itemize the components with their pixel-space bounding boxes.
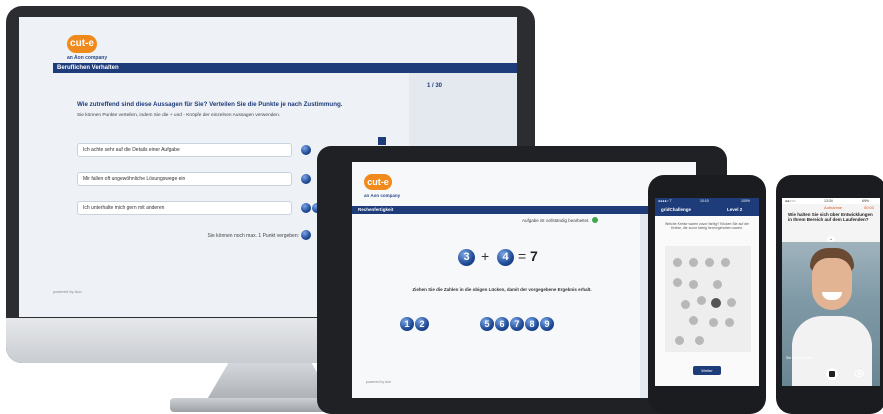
tablet-screen: cut-e an Aon company Rechenfertigkeit Au…: [352, 162, 696, 398]
grid-circle[interactable]: [689, 258, 698, 267]
grid-circle[interactable]: [675, 336, 684, 345]
grid-circle[interactable]: [681, 300, 690, 309]
stop-button[interactable]: [826, 368, 838, 380]
number-tile[interactable]: 2: [415, 317, 429, 331]
points-button[interactable]: [301, 174, 311, 184]
grid-board: [665, 246, 751, 352]
monitor-stand: [205, 363, 335, 403]
number-tile[interactable]: 9: [540, 317, 554, 331]
statement-row: Ich unterhalte mich gern mit anderen: [77, 201, 292, 215]
equation-number[interactable]: 4: [497, 249, 514, 266]
grid-circle[interactable]: [695, 336, 704, 345]
number-tile[interactable]: 1: [400, 317, 414, 331]
number-tile[interactable]: 5: [480, 317, 494, 331]
points-button[interactable]: [301, 230, 311, 240]
status-bar: ●●○○○ 13:34 69%: [782, 198, 880, 204]
grid-circle[interactable]: [689, 280, 698, 289]
signal-indicator: ●●○○○: [785, 199, 796, 203]
equation-number[interactable]: 3: [458, 249, 475, 266]
status-time: 13:34: [824, 199, 833, 203]
app-header: gridChallenge Level 2: [655, 204, 759, 216]
statement-row: Mir fallen oft ungewöhnliche Lösungswege…: [77, 172, 292, 186]
grid-circle[interactable]: [721, 258, 730, 267]
statement-label: Ich achte sehr auf die Details einer Auf…: [83, 147, 180, 153]
phone-screen: ●●○○○ 13:34 69% Aufnahme 00:03 Wie halte…: [782, 198, 880, 386]
number-tile[interactable]: 7: [510, 317, 524, 331]
caption-text: Sie sind zu Ende: [786, 356, 813, 360]
brand-tagline: an Aon company: [67, 55, 108, 61]
brand-tagline: an Aon company: [364, 193, 401, 198]
number-tile[interactable]: 8: [525, 317, 539, 331]
grid-circle[interactable]: [689, 316, 698, 325]
recording-timer: 00:03: [864, 205, 875, 210]
page-counter: 1 / 30: [427, 83, 443, 89]
check-icon: [592, 217, 598, 223]
grid-circle[interactable]: [697, 296, 706, 305]
grid-circle[interactable]: [709, 318, 718, 327]
grid-circle[interactable]: [673, 278, 682, 287]
eye-icon[interactable]: [854, 370, 864, 377]
camera-feed: [782, 242, 880, 386]
section-navbar: Rechenfertigkeit: [352, 206, 696, 214]
grid-circle[interactable]: [713, 280, 722, 289]
eye-pupil: [857, 372, 861, 375]
brand-logo: cut-e: [67, 35, 97, 53]
grid-circle[interactable]: [727, 298, 736, 307]
equation-equals: =: [518, 248, 527, 264]
statement-row: Ich achte sehr auf die Details einer Auf…: [77, 143, 292, 157]
interview-question: Wie halten Sie sich über Entwicklungen i…: [788, 212, 873, 222]
person-face: [812, 258, 852, 310]
instruction-text: Ziehen Sie die Zahlen in die obigen Lück…: [412, 287, 592, 292]
battery-level: 69%: [862, 199, 870, 203]
instruction-text: Sie können Punkte verteilen, indem Sie d…: [77, 113, 281, 118]
section-title: Rechenfertigkeit: [358, 207, 394, 212]
number-tile[interactable]: 6: [495, 317, 509, 331]
points-button[interactable]: [301, 203, 311, 213]
next-button-label: Weiter: [701, 368, 713, 373]
statement-label: Ich unterhalte mich gern mit anderen: [83, 205, 165, 211]
footer-text: powered by Aon: [366, 380, 392, 384]
remaining-points-text: Sie können noch max. 1 Punkt vergeben:: [207, 233, 299, 239]
grid-circle[interactable]: [673, 258, 682, 267]
recording-label: Aufnahme: [824, 205, 843, 210]
level-label: Level 2: [727, 207, 743, 212]
plus-button[interactable]: [378, 137, 386, 145]
points-button[interactable]: [301, 145, 311, 155]
prompt-text: Welche Kreise waren zuvor farbig? Klicke…: [665, 222, 749, 230]
grid-circle[interactable]: [705, 258, 714, 267]
brand-logo: cut-e: [364, 174, 392, 190]
next-button[interactable]: Weiter: [693, 366, 721, 375]
statement-label: Mir fallen oft ungewöhnliche Lösungswege…: [83, 176, 186, 182]
equation-operator: +: [481, 248, 490, 264]
footer-text: powered by Aon: [53, 289, 82, 294]
section-title: Beruflichen Verhalten: [57, 65, 119, 71]
question-text: Wie zutreffend sind diese Aussagen für S…: [77, 101, 343, 108]
equation-result: 7: [530, 248, 538, 264]
app-title: gridChallenge: [661, 207, 692, 212]
grid-circle[interactable]: [725, 318, 734, 327]
grid-circle-selected[interactable]: [711, 298, 721, 308]
section-navbar: Beruflichen Verhalten: [53, 63, 517, 73]
status-text: Aufgabe ist vollständig bearbeitet.: [522, 218, 590, 223]
phone-screen: ●●●●○ T 10:10 100% gridChallenge Level 2…: [655, 198, 759, 386]
stop-icon: [829, 371, 835, 377]
